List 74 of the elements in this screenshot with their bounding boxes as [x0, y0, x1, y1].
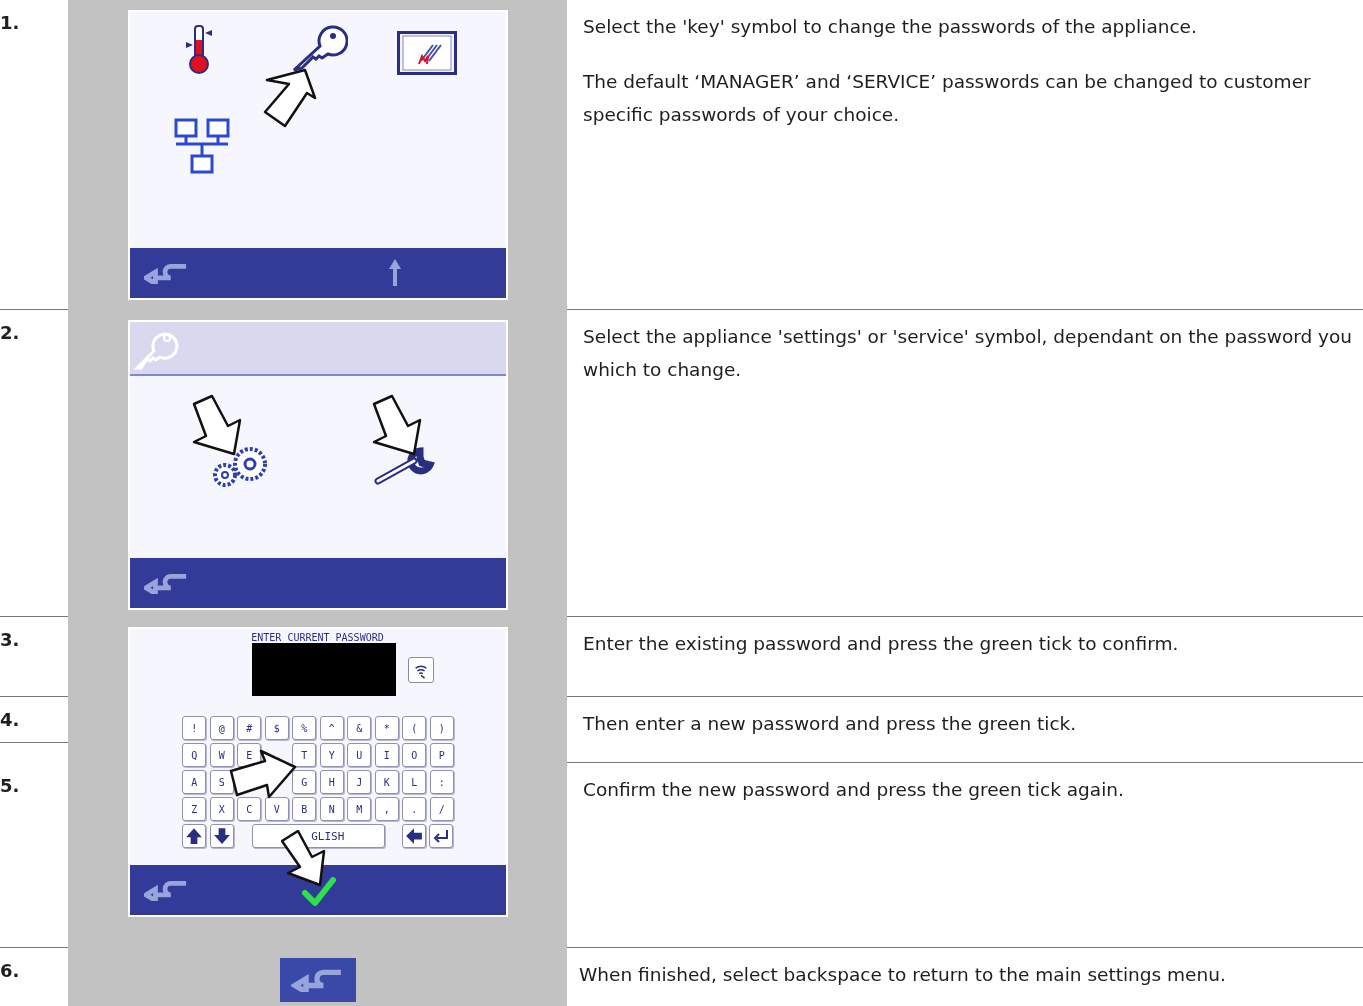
step-number: 6. — [0, 960, 20, 981]
keyboard-key[interactable]: L — [402, 770, 427, 794]
keyboard-key[interactable]: S — [209, 770, 234, 794]
instruction-text: Enter the existing password and press the green tick to confirm. — [583, 632, 1180, 656]
keyboard-key[interactable]: H — [319, 770, 344, 794]
instruction-text: Confirm the new password and press the green tick again. — [583, 778, 1125, 802]
keyboard-key[interactable]: Z — [182, 797, 207, 821]
keyboard-key[interactable]: , — [374, 797, 399, 821]
step-number: 2. — [0, 322, 20, 343]
keyboard-key[interactable]: . — [402, 797, 427, 821]
step-number: 3. — [0, 629, 20, 650]
keyboard-key[interactable]: $ — [264, 716, 289, 740]
pointer-arrow-icon — [228, 747, 297, 799]
keyboard-key[interactable]: C — [237, 797, 262, 821]
instruction-text: When finished, select backspace to return to the main settings menu. — [579, 963, 1227, 987]
keyboard-key[interactable]: Y — [319, 743, 344, 767]
keyboard-key[interactable]: O — [402, 743, 427, 767]
keyboard-key[interactable]: I — [374, 743, 399, 767]
keyboard-key[interactable]: K — [374, 770, 399, 794]
wrench-icon — [373, 447, 436, 487]
keyboard-key[interactable]: T — [292, 743, 317, 767]
keyboard-key[interactable]: G — [292, 770, 317, 794]
shift-up-key[interactable] — [182, 824, 207, 848]
return-arrow-icon — [433, 828, 450, 844]
keyboard-key[interactable]: % — [292, 716, 317, 740]
enter-key[interactable] — [429, 824, 454, 848]
shift-down-key[interactable] — [209, 824, 234, 848]
keyboard-key[interactable]: & — [347, 716, 372, 740]
keyboard-key[interactable]: # — [237, 716, 262, 740]
keyboard-key[interactable]: : — [429, 770, 454, 794]
keyboard-key[interactable]: P — [429, 743, 454, 767]
instruction-text: The default ‘MANAGER’ and ‘SERVICE’ passwords can be changed to customer specific passwords of your choice. — [583, 70, 1312, 127]
back-arrow-icon[interactable] — [143, 262, 188, 284]
keyboard-key[interactable]: ^ — [319, 716, 344, 740]
keyboard-key[interactable]: @ — [209, 716, 234, 740]
step-number: 4. — [0, 709, 20, 730]
keyboard-key[interactable]: U — [347, 743, 372, 767]
backspace-key[interactable] — [401, 824, 426, 848]
instruction-text: Select the 'key' symbol to change the passwords of the appliance. — [583, 15, 1198, 39]
keyboard-key[interactable]: B — [292, 797, 317, 821]
password-field[interactable] — [251, 643, 396, 696]
keyboard-key[interactable]: X — [209, 797, 234, 821]
check-icon[interactable] — [301, 877, 336, 907]
keyboard-key[interactable]: E — [237, 743, 262, 767]
pointer-arrow-icon — [262, 68, 318, 128]
pointer-arrow-icon — [371, 394, 424, 456]
keyboard-key[interactable]: * — [374, 716, 399, 740]
step-number: 1. — [0, 12, 20, 33]
gears-icon — [211, 446, 268, 488]
up-arrow-icon[interactable] — [387, 257, 402, 287]
back-arrow-icon[interactable] — [143, 879, 188, 901]
keyboard-key[interactable]: N — [319, 797, 344, 821]
keyboard-key[interactable]: Q — [182, 743, 207, 767]
step-number: 5. — [0, 775, 20, 796]
keyboard-key[interactable]: / — [429, 797, 454, 821]
keyboard-key[interactable]: M — [347, 797, 372, 821]
up-arrow-icon — [185, 827, 204, 845]
pointer-arrow-icon — [191, 394, 244, 456]
down-arrow-icon — [212, 827, 231, 845]
language-key[interactable]: GLISH — [252, 824, 386, 848]
keyboard-key[interactable]: V — [264, 797, 289, 821]
logo-panel-icon — [396, 31, 457, 75]
left-arrow-icon — [404, 827, 423, 845]
keyboard-key[interactable]: A — [182, 770, 207, 794]
instruction-text: Then enter a new password and press the green tick. — [583, 712, 1078, 736]
signal-button[interactable] — [407, 656, 434, 683]
keyboard-key[interactable]: W — [209, 743, 234, 767]
back-arrow-icon[interactable] — [143, 572, 188, 594]
keyboard-key[interactable]: J — [347, 770, 372, 794]
keyboard-key[interactable]: ! — [182, 716, 207, 740]
instruction-text: Select the appliance 'settings' or 'service' symbol, dependant on the password you which to change. — [583, 325, 1354, 382]
keyboard-key[interactable]: ) — [429, 716, 454, 740]
keyboard-key[interactable]: ( — [402, 716, 427, 740]
screen-title: ENTER CURRENT PASSWORD — [251, 632, 384, 643]
